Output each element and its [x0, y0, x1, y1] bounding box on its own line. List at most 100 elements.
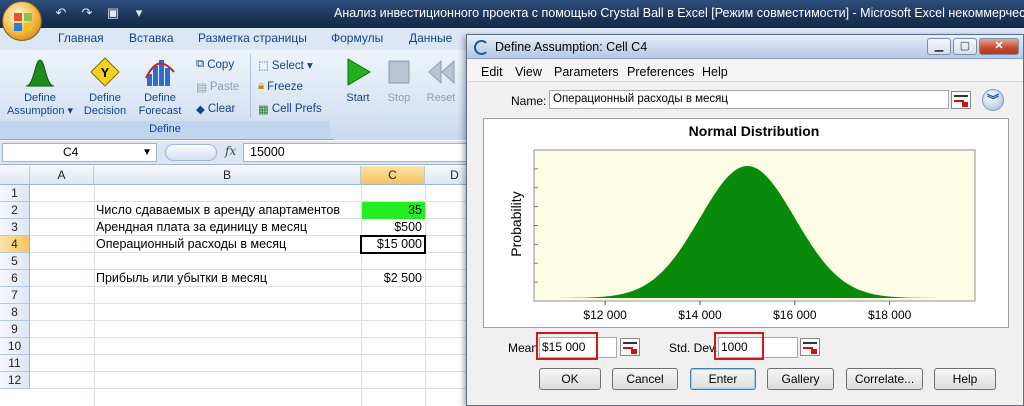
insert-function-icon[interactable]: fx: [225, 144, 236, 158]
cell-b2[interactable]: Число сдаваемых в аренду апартаментов: [96, 202, 340, 219]
correlate-button[interactable]: Correlate...: [846, 368, 923, 390]
menu-parameters[interactable]: Parameters: [554, 65, 619, 79]
mean-highlight-box: [536, 332, 598, 360]
row-header-1[interactable]: 1: [0, 185, 30, 202]
cell-c2[interactable]: 35: [362, 202, 425, 219]
define-assumption-button[interactable]: Define Assumption ▾: [6, 56, 74, 118]
row-header-4[interactable]: 4: [0, 236, 30, 253]
close-button[interactable]: ✕: [979, 38, 1019, 55]
histogram-icon: [145, 60, 175, 86]
dialog-menu-bar: Edit View Parameters Preferences Help: [467, 60, 1023, 82]
gallery-button[interactable]: Gallery: [767, 368, 834, 390]
quick-access-toolbar: ↶ ↷ ▣ ▾: [52, 4, 148, 22]
row-header-6[interactable]: 6: [0, 270, 30, 287]
chart-title: Normal Distribution: [689, 123, 820, 139]
column-header-d[interactable]: D: [425, 166, 470, 185]
cell-b4[interactable]: Операционный расходы в месяц: [96, 236, 286, 253]
copy-button[interactable]: ⧉ Copy: [196, 58, 234, 71]
bell-curve-icon: [25, 59, 55, 87]
help-button[interactable]: Help: [934, 368, 996, 390]
excel-title-bar: ↶ ↷ ▣ ▾ Анализ инвестиционного проекта с…: [0, 0, 1024, 28]
ok-button[interactable]: OK: [539, 368, 601, 390]
row-header-5[interactable]: 5: [0, 253, 30, 270]
cell-c4-selected[interactable]: $15 000: [360, 235, 426, 254]
tab-data[interactable]: Данные: [409, 31, 452, 45]
define-decision-button[interactable]: Y Define Decision: [80, 56, 130, 118]
run-group: Start Stop Reset: [334, 50, 470, 140]
customize-qat-icon[interactable]: ▾: [130, 4, 148, 22]
std-dev-cell-picker-button[interactable]: [800, 338, 820, 356]
define-forecast-button[interactable]: Define Forecast: [134, 56, 186, 118]
y-axis-label: Probability: [508, 191, 524, 256]
save-icon[interactable]: ▣: [104, 4, 122, 22]
x-tick-label: $18 000: [868, 308, 912, 322]
row-header-10[interactable]: 10: [0, 338, 30, 355]
cell-b3[interactable]: Арендная плата за единицу в месяц: [96, 219, 307, 236]
x-tick-label: $12 000: [583, 308, 627, 322]
enter-button[interactable]: Enter: [690, 368, 756, 390]
dialog-title: Define Assumption: Cell C4: [495, 40, 648, 54]
row-header-9[interactable]: 9: [0, 321, 30, 338]
menu-help[interactable]: Help: [702, 65, 728, 79]
menu-preferences[interactable]: Preferences: [627, 65, 694, 79]
formula-input[interactable]: 15000: [243, 143, 468, 162]
cell-b6[interactable]: Прибыль или убытки в месяц: [96, 270, 267, 287]
freeze-button[interactable]: 🔒︎ Freeze: [258, 80, 303, 93]
cell-c3[interactable]: $500: [362, 219, 425, 236]
column-header-a[interactable]: A: [30, 166, 94, 185]
office-button[interactable]: [2, 1, 42, 41]
menu-edit[interactable]: Edit: [481, 65, 503, 79]
column-gridline: [425, 185, 426, 406]
name-box[interactable]: C4 ▼: [2, 143, 157, 162]
column-header-b[interactable]: B: [94, 166, 361, 185]
worksheet-grid[interactable]: A B C D 1 2 3 4 5 6 7 8 9 10 11 12 Число сдаваемых …: [0, 166, 470, 406]
name-input[interactable]: Операционный расходы в месяц: [549, 90, 949, 109]
dropdown-arrow-icon[interactable]: ▼: [142, 144, 152, 161]
row-header-3[interactable]: 3: [0, 219, 30, 236]
row-header-12[interactable]: 12: [0, 372, 30, 389]
stop-button[interactable]: Stop: [384, 56, 414, 105]
formula-bar-resizer[interactable]: [165, 144, 217, 161]
redo-icon[interactable]: ↷: [78, 4, 96, 22]
paste-button[interactable]: ▤ Paste: [196, 80, 239, 94]
close-icon: ✕: [994, 40, 1004, 52]
clear-button[interactable]: ◆ Clear: [196, 102, 235, 116]
menu-view[interactable]: View: [515, 65, 542, 79]
row-header-11[interactable]: 11: [0, 355, 30, 372]
column-header-c[interactable]: C: [361, 166, 425, 185]
eraser-icon: ◆: [196, 104, 205, 116]
cell-prefs-button[interactable]: ▦ Cell Prefs: [258, 102, 322, 116]
row-gridline: [30, 354, 470, 355]
select-button[interactable]: ⬚ Select ▾: [258, 58, 313, 72]
cell-c6[interactable]: $2 500: [362, 270, 425, 287]
ribbon-separator: [250, 54, 251, 118]
tab-page-layout[interactable]: Разметка страницы: [198, 31, 307, 45]
row-gridline: [30, 337, 470, 338]
reset-button[interactable]: Reset: [424, 56, 458, 105]
svg-text:Y: Y: [101, 65, 110, 80]
dialog-title-bar[interactable]: Define Assumption: Cell C4 ▁ ▢ ✕: [467, 35, 1023, 59]
decision-sign-icon: Y: [90, 57, 120, 87]
define-group-label: Define: [0, 121, 330, 138]
minimize-button[interactable]: ▁: [927, 38, 951, 55]
row-header-8[interactable]: 8: [0, 304, 30, 321]
tab-formulas[interactable]: Формулы: [331, 31, 383, 45]
undo-icon[interactable]: ↶: [52, 4, 70, 22]
cancel-button[interactable]: Cancel: [612, 368, 678, 390]
row-header-7[interactable]: 7: [0, 287, 30, 304]
mean-cell-picker-button[interactable]: [620, 338, 640, 356]
copy-icon: ⧉: [196, 58, 205, 70]
start-button[interactable]: Start: [342, 56, 374, 105]
minimize-icon: ▁: [934, 40, 944, 52]
maximize-button[interactable]: ▢: [953, 38, 977, 55]
cell-reference-picker-button[interactable]: [951, 91, 971, 109]
tab-home[interactable]: Главная: [58, 31, 104, 45]
select-all-corner[interactable]: [0, 166, 30, 185]
x-tick-label: $16 000: [773, 308, 817, 322]
expand-chevron-icon[interactable]: ︾: [982, 89, 1004, 111]
maximize-icon: ▢: [959, 40, 971, 52]
row-header-2[interactable]: 2: [0, 202, 30, 219]
select-icon: ⬚: [258, 60, 269, 72]
tab-insert[interactable]: Вставка: [129, 31, 174, 45]
mean-label: Mean: [508, 341, 539, 355]
